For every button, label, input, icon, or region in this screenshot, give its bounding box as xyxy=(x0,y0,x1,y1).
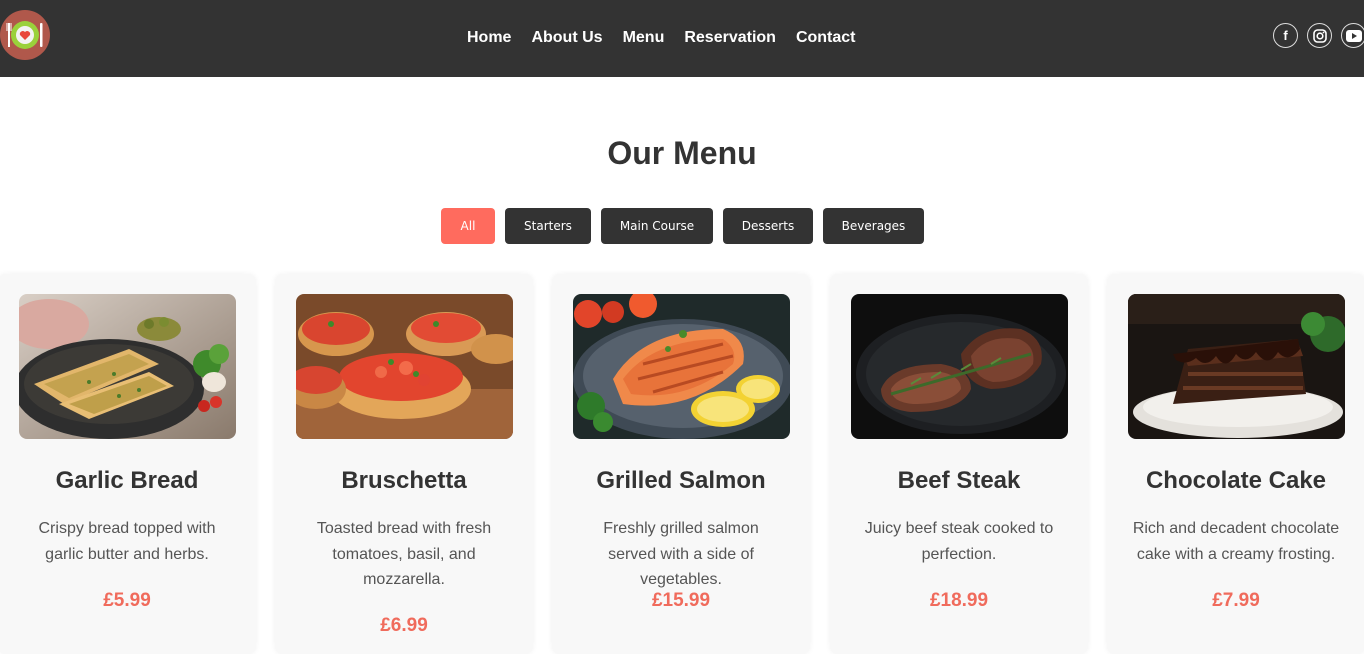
nav-link-contact[interactable]: Contact xyxy=(796,29,856,49)
restaurant-logo[interactable] xyxy=(0,10,50,60)
page-title: Our Menu xyxy=(607,135,757,171)
garlic-bread-image xyxy=(19,294,236,439)
nav-link-about-us[interactable]: About Us xyxy=(531,29,602,49)
nav-link-home[interactable]: Home xyxy=(467,29,511,49)
nav-link-menu[interactable]: Menu xyxy=(623,29,665,49)
filter-beverages-button[interactable]: Beverages xyxy=(823,208,924,244)
plate-logo-icon xyxy=(6,21,43,49)
chocolate-cake-image xyxy=(1128,294,1345,439)
menu-item-description: Crispy bread topped with garlic butter a… xyxy=(38,520,216,563)
menu-item-name: Chocolate Cake xyxy=(1145,467,1327,494)
menu-item-name: Grilled Salmon xyxy=(596,467,766,494)
navbar: Home About Us Menu Reservation Contact f xyxy=(0,0,1364,77)
menu-item-price: £5.99 xyxy=(103,590,151,611)
main-nav: Home About Us Menu Reservation Contact xyxy=(467,29,876,49)
nav-link-reservation[interactable]: Reservation xyxy=(684,29,776,49)
menu-item-price: £18.99 xyxy=(929,590,989,611)
menu-item-name: Garlic Bread xyxy=(55,467,199,494)
instagram-icon[interactable] xyxy=(1307,23,1332,48)
filter-main-course-button[interactable]: Main Course xyxy=(601,208,713,244)
menu-item-card[interactable]: Grilled Salmon Freshly grilled salmon se… xyxy=(552,274,810,654)
menu-item-card[interactable]: Beef Steak Juicy beef steak cooked to pe… xyxy=(830,274,1088,654)
menu-item-card[interactable]: Garlic Bread Crispy bread topped with ga… xyxy=(0,274,256,654)
menu-item-description: Freshly grilled salmon served with a sid… xyxy=(603,520,759,588)
menu-item-name: Bruschetta xyxy=(341,467,467,494)
filter-desserts-button[interactable]: Desserts xyxy=(723,208,813,244)
menu-item-description: Toasted bread with fresh tomatoes, basil… xyxy=(316,520,492,588)
menu-item-price: £6.99 xyxy=(380,615,428,636)
menu-item-price: £15.99 xyxy=(651,590,711,611)
filter-starters-button[interactable]: Starters xyxy=(505,208,591,244)
facebook-icon[interactable]: f xyxy=(1273,23,1298,48)
menu-item-price: £7.99 xyxy=(1212,590,1260,611)
menu-item-description: Juicy beef steak cooked to perfection. xyxy=(864,520,1054,563)
menu-item-card[interactable]: Chocolate Cake Rich and decadent chocola… xyxy=(1107,274,1364,654)
menu-item-name: Beef Steak xyxy=(897,467,1021,494)
menu-item-description: Rich and decadent chocolate cake with a … xyxy=(1132,520,1340,563)
bruschetta-image xyxy=(296,294,513,439)
youtube-icon[interactable] xyxy=(1341,23,1364,48)
filter-all-button[interactable]: All xyxy=(441,208,495,244)
menu-item-card[interactable]: Bruschetta Toasted bread with fresh toma… xyxy=(275,274,533,654)
grilled-salmon-image xyxy=(573,294,790,439)
beef-steak-image xyxy=(851,294,1068,439)
